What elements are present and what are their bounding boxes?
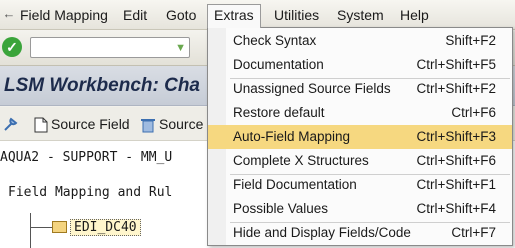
menu-help[interactable]: Help	[394, 5, 435, 26]
tree-heading: Field Mapping and Rul	[8, 185, 173, 200]
menu-item-label: Check Syntax	[233, 33, 317, 48]
menu-item-restore-default[interactable]: Restore default Ctrl+F6	[208, 101, 512, 125]
menu-item-unassigned-source-fields[interactable]: Unassigned Source Fields Ctrl+Shift+F2	[208, 77, 512, 101]
menu-item-documentation[interactable]: Documentation Ctrl+Shift+F5	[208, 53, 512, 77]
menu-item-shortcut: Ctrl+Shift+F3	[416, 129, 496, 144]
menu-item-shortcut: Ctrl+Shift+F2	[416, 81, 496, 96]
menu-item-label: Hide and Display Fields/Code	[233, 225, 411, 240]
menu-item-shortcut: Ctrl+Shift+F4	[416, 201, 496, 216]
menu-item-shortcut: Ctrl+Shift+F1	[416, 177, 496, 192]
menu-bar: ← Field Mapping Edit Goto Extras Utiliti…	[0, 0, 515, 30]
tree-connector	[30, 213, 31, 248]
menu-item-shortcut: Ctrl+Shift+F6	[416, 153, 496, 168]
menu-field-mapping[interactable]: Field Mapping	[14, 5, 114, 26]
delete-source-field-button[interactable]: Source F	[140, 114, 216, 134]
command-field[interactable]: ▼	[30, 37, 190, 58]
menu-item-label: Documentation	[233, 57, 324, 72]
menu-item-label: Restore default	[233, 105, 325, 120]
extras-dropdown-menu: Check Syntax Shift+F2 Documentation Ctrl…	[207, 27, 513, 246]
menu-item-possible-values[interactable]: Possible Values Ctrl+Shift+F4	[208, 197, 512, 221]
menu-item-label: Auto-Field Mapping	[233, 129, 351, 144]
page-title: LSM Workbench: Cha	[4, 75, 200, 96]
document-icon	[34, 117, 48, 133]
menu-item-label: Field Documentation	[233, 177, 357, 192]
source-field-button[interactable]: Source Field	[34, 114, 130, 134]
menu-item-label: Complete X Structures	[233, 153, 369, 168]
menu-item-shortcut: Ctrl+Shift+F5	[416, 57, 496, 72]
tools-icon[interactable]	[2, 114, 23, 134]
source-field-label: Source Field	[51, 116, 130, 132]
menu-utilities[interactable]: Utilities	[268, 5, 325, 26]
project-line: AQUA2 - SUPPORT - MM_U	[0, 150, 173, 165]
menu-item-complete-x-structures[interactable]: Complete X Structures Ctrl+Shift+F6	[208, 149, 512, 173]
menu-extras[interactable]: Extras	[207, 4, 261, 28]
chevron-down-icon[interactable]: ▼	[175, 38, 186, 58]
menu-item-label: Possible Values	[233, 201, 329, 216]
folder-icon[interactable]	[52, 221, 67, 233]
tree-node-edi-dc40[interactable]: EDI_DC40	[70, 219, 141, 236]
tree-connector-h	[30, 227, 52, 228]
menu-goto[interactable]: Goto	[160, 5, 202, 26]
menu-item-label: Unassigned Source Fields	[233, 81, 391, 96]
menu-item-shortcut: Ctrl+F6	[451, 105, 496, 120]
menu-item-field-documentation[interactable]: Field Documentation Ctrl+Shift+F1	[208, 173, 512, 197]
menu-system[interactable]: System	[331, 5, 390, 26]
menu-item-hide-display-fields-code[interactable]: Hide and Display Fields/Code Ctrl+F7	[208, 221, 512, 245]
menu-item-check-syntax[interactable]: Check Syntax Shift+F2	[208, 29, 512, 53]
trash-icon	[141, 119, 155, 133]
menu-item-auto-field-mapping[interactable]: Auto-Field Mapping Ctrl+Shift+F3	[208, 125, 512, 149]
menu-item-shortcut: Ctrl+F7	[451, 225, 496, 240]
menu-item-shortcut: Shift+F2	[445, 33, 496, 48]
menu-edit[interactable]: Edit	[117, 5, 153, 26]
enter-check-icon[interactable]: ✓	[2, 37, 22, 57]
